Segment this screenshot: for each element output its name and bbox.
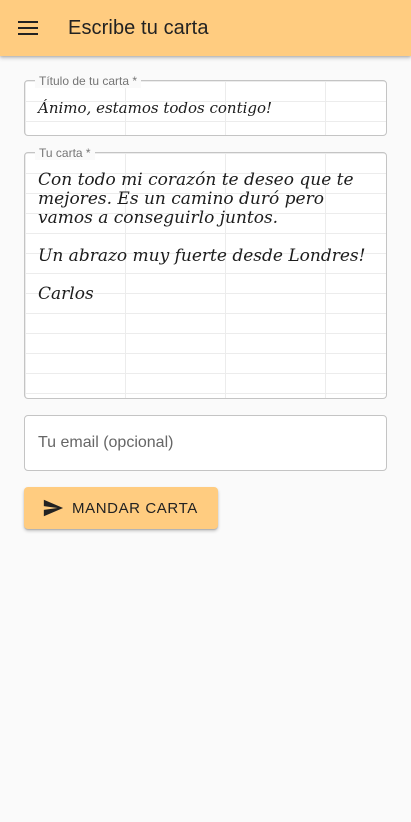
email-placeholder: Tu email (opcional)	[38, 434, 174, 451]
letter-body-field[interactable]: Tu carta * Con todo mi corazón te deseo …	[24, 146, 387, 399]
send-letter-label: MANDAR CARTA	[72, 499, 198, 517]
letter-body-text[interactable]: Con todo mi corazón te deseo que te mejo…	[38, 171, 376, 323]
send-icon	[42, 497, 64, 519]
letter-body-label: Tu carta *	[35, 146, 95, 160]
page-title: Escribe tu carta	[68, 16, 209, 39]
letter-title-field[interactable]: Título de tu carta * Ánimo, estamos todo…	[24, 74, 387, 136]
letter-signature: Carlos	[38, 284, 94, 304]
letter-title-value[interactable]: Ánimo, estamos todos contigo!	[38, 99, 272, 117]
letter-title-label: Título de tu carta *	[35, 74, 142, 88]
email-field[interactable]: Tu email (opcional)	[24, 415, 387, 471]
menu-icon	[18, 21, 38, 35]
send-letter-button[interactable]: MANDAR CARTA	[24, 487, 218, 529]
letter-paragraph: Un abrazo muy fuerte desde Londres!	[38, 246, 366, 266]
app-bar: Escribe tu carta	[0, 0, 411, 56]
menu-button[interactable]	[0, 0, 56, 56]
letter-paragraph: Con todo mi corazón te deseo que te mejo…	[38, 170, 354, 228]
